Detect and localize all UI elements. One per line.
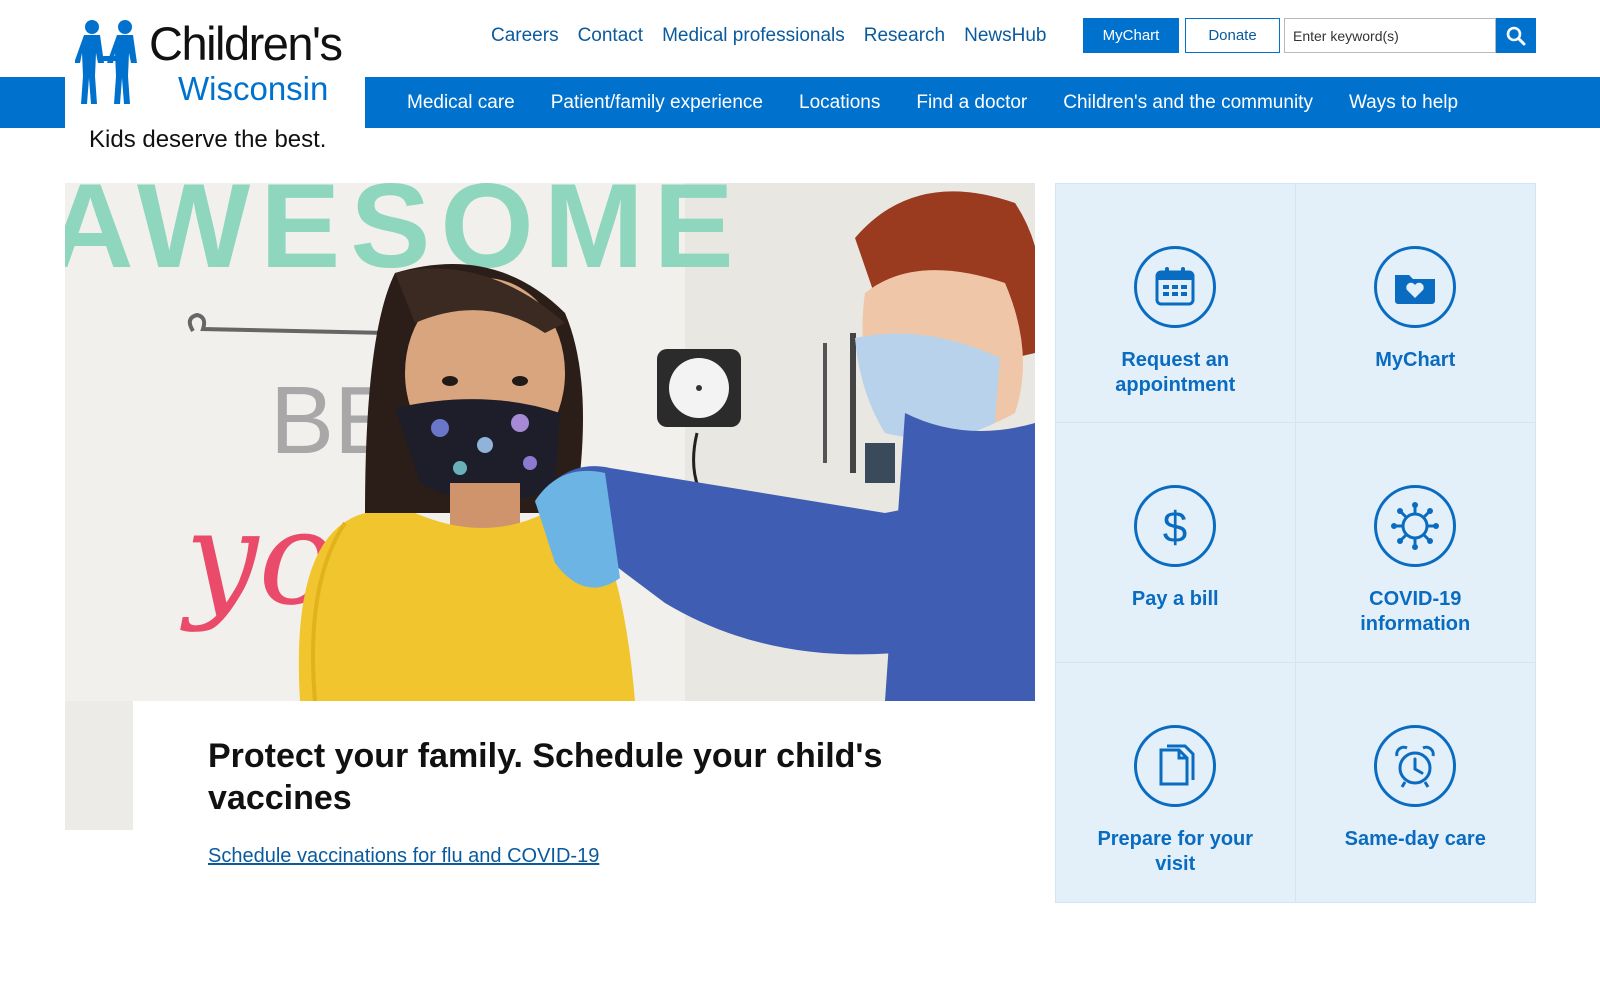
dollar-icon: $: [1134, 485, 1217, 568]
mychart-button[interactable]: MyChart: [1083, 18, 1179, 53]
tile-pay-bill[interactable]: $ Pay a bill: [1056, 423, 1296, 663]
alarm-clock-icon: [1374, 724, 1457, 807]
util-link-research[interactable]: Research: [864, 22, 945, 50]
hero-photo: AWESOME BE you: [65, 183, 1035, 701]
quick-links-grid: Request an appointment MyChart $ Pay a b…: [1055, 183, 1536, 903]
tile-label: Same-day care: [1344, 827, 1486, 850]
tile-prepare-visit[interactable]: Prepare for your visit: [1056, 662, 1296, 902]
tile-label: COVID-19 information: [1360, 588, 1471, 636]
nav-find-a-doctor[interactable]: Find a doctor: [916, 92, 1027, 114]
virus-icon: [1374, 485, 1457, 568]
children-silhouette-icon: [75, 20, 137, 104]
util-link-newshub[interactable]: NewsHub: [964, 22, 1046, 50]
nav-patient-family-experience[interactable]: Patient/family experience: [551, 92, 763, 114]
logo-wordmark-line1: Children's: [149, 17, 343, 70]
schedule-vaccinations-link[interactable]: Schedule vaccinations for flu and COVID-…: [208, 845, 599, 868]
main-nav: Medical care Patient/family experience L…: [407, 77, 1458, 128]
util-link-medical-professionals[interactable]: Medical professionals: [662, 22, 845, 50]
nav-locations[interactable]: Locations: [799, 92, 880, 114]
util-link-careers[interactable]: Careers: [491, 22, 559, 50]
utility-links: Careers Contact Medical professionals Re…: [491, 22, 1065, 50]
calendar-icon: [1134, 246, 1217, 328]
tile-label: Prepare for your visit: [1097, 827, 1254, 875]
tile-covid-info[interactable]: COVID-19 information: [1295, 423, 1535, 663]
logo-tagline: Kids deserve the best.: [89, 126, 327, 153]
search-input[interactable]: [1284, 18, 1496, 53]
nav-childrens-and-community[interactable]: Children's and the community: [1063, 92, 1313, 114]
util-link-contact[interactable]: Contact: [578, 22, 643, 50]
site-logo[interactable]: Children's Wisconsin Kids deserve the be…: [65, 0, 365, 160]
donate-button[interactable]: Donate: [1185, 18, 1280, 53]
tile-same-day-care[interactable]: Same-day care: [1296, 663, 1536, 902]
folder-heart-icon: [1374, 246, 1457, 328]
nav-ways-to-help[interactable]: Ways to help: [1349, 92, 1458, 114]
tile-label: Pay a bill: [1131, 588, 1219, 611]
tile-request-appointment[interactable]: Request an appointment: [1056, 184, 1296, 424]
search-icon: [1506, 26, 1526, 45]
tile-label: Request an appointment: [1115, 349, 1236, 396]
hero-headline: Protect your family. Schedule your child…: [208, 737, 883, 817]
tile-mychart[interactable]: MyChart: [1295, 184, 1535, 424]
search-button[interactable]: [1496, 18, 1536, 53]
tile-label: MyChart: [1375, 349, 1456, 371]
logo-wordmark-line2: Wisconsin: [178, 70, 329, 107]
documents-icon: [1134, 724, 1217, 807]
nav-medical-care[interactable]: Medical care: [407, 92, 515, 114]
svg-text:$: $: [1163, 503, 1187, 550]
